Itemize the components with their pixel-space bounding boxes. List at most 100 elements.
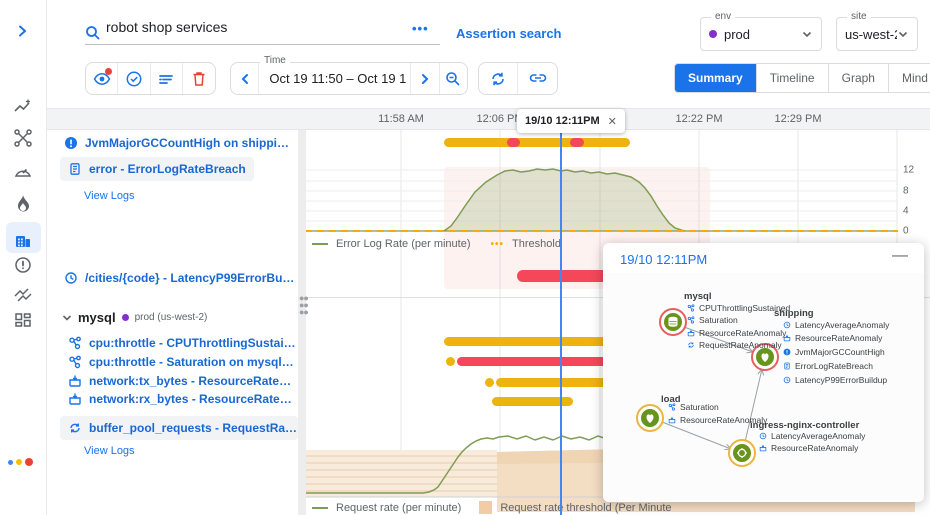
expand-rail-chevron[interactable] bbox=[15, 24, 29, 43]
site-select-label: site bbox=[847, 11, 871, 22]
alert-seal-icon bbox=[13, 255, 33, 275]
graph-anomaly-label[interactable]: ResourceRateAnomaly bbox=[795, 333, 883, 343]
view-tab-summary[interactable]: Summary bbox=[675, 64, 757, 92]
view-logs-link[interactable]: View Logs bbox=[84, 445, 135, 457]
refresh-share-group bbox=[478, 62, 558, 95]
sort-assertions-button[interactable] bbox=[151, 63, 183, 94]
assertion-item-saturation[interactable]: cpu:throttle - Saturation on mysql-5988d… bbox=[68, 355, 296, 369]
errorlog-ytick-4: 4 bbox=[903, 206, 909, 217]
errorlog-ytick-8: 8 bbox=[903, 186, 909, 197]
graph-anomaly-label[interactable]: JvmMajorGCCountHigh bbox=[795, 347, 885, 357]
graph-anomaly-label[interactable]: Saturation bbox=[680, 402, 719, 412]
view-logs-link[interactable]: View Logs bbox=[84, 190, 135, 202]
assertion-item-jvm-gc[interactable]: JvmMajorGCCountHigh on shipping:10.0.82.… bbox=[64, 136, 292, 150]
assertion-bar-jvm-gc-critical[interactable] bbox=[507, 138, 520, 147]
graph-anomaly-label[interactable]: LatencyAverageAnomaly bbox=[771, 431, 866, 441]
assertion-item-rx-bytes[interactable]: network:rx_bytes - ResourceRateAnomaly bbox=[68, 392, 296, 406]
request-legend-threshold: Request rate threshold (Per Minute bbox=[500, 502, 671, 514]
assertion-bar-jvm-gc-critical[interactable] bbox=[570, 138, 584, 147]
graph-node-load[interactable] bbox=[637, 405, 663, 431]
assertion-item-label: network:rx_bytes - ResourceRateAnomaly bbox=[89, 392, 296, 406]
entity-graph: mysql CPUThrottlingSustained Saturation … bbox=[603, 273, 924, 502]
dot-yellow bbox=[16, 459, 22, 465]
search-more-button[interactable]: ••• bbox=[412, 21, 429, 36]
rail-item-insights[interactable] bbox=[11, 95, 35, 119]
latency-clock-icon bbox=[64, 271, 78, 285]
site-select[interactable]: site us-west-2 bbox=[836, 17, 918, 51]
view-tab-mindmap[interactable]: Mind map bbox=[889, 64, 930, 92]
view-tab-timeline[interactable]: Timeline bbox=[757, 64, 829, 92]
rail-item-alerts[interactable] bbox=[11, 253, 35, 277]
time-tick: 12:22 PM bbox=[675, 113, 722, 125]
assertion-item-buffer-pool[interactable]: buffer_pool_requests - RequestRateAnomal… bbox=[68, 421, 300, 435]
assertion-item-cpu-throttling[interactable]: cpu:throttle - CPUThrottlingSustained on… bbox=[68, 336, 296, 350]
assertion-bar-saturation-warn[interactable] bbox=[446, 357, 455, 366]
assertion-list-panel: JvmMajorGCCountHigh on shipping:10.0.82.… bbox=[47, 130, 298, 515]
alert-circle-icon bbox=[64, 136, 78, 150]
pulse-lines-icon bbox=[13, 285, 33, 305]
rail-item-dashboards[interactable] bbox=[11, 309, 35, 333]
show-hide-button[interactable] bbox=[86, 63, 118, 94]
time-cursor-line[interactable] bbox=[560, 130, 562, 515]
close-icon[interactable]: ✕ bbox=[608, 115, 617, 128]
copy-link-button[interactable] bbox=[518, 63, 557, 94]
errorlog-legend-series: Error Log Rate (per minute) bbox=[336, 238, 471, 250]
assertion-item-latency-p99[interactable]: /cities/{code} - LatencyP99ErrorBuildup bbox=[64, 271, 296, 285]
time-tick: 11:58 AM bbox=[378, 113, 424, 125]
chevron-left-icon bbox=[239, 73, 251, 85]
search-input[interactable] bbox=[106, 19, 396, 35]
graph-node-title: shipping bbox=[774, 308, 814, 319]
rail-item-incidents[interactable] bbox=[11, 192, 35, 216]
entity-group-header-mysql[interactable]: mysql prod (us-west-2) bbox=[62, 310, 207, 325]
dot-red bbox=[25, 458, 33, 466]
graph-node-ingress[interactable] bbox=[729, 440, 755, 466]
inbox-icon bbox=[68, 374, 82, 388]
assertion-bar-cpu-throttling[interactable] bbox=[444, 337, 622, 346]
graph-anomaly-label[interactable]: RequestRateAnomaly bbox=[699, 340, 782, 350]
snapshot-card: 19/10 12:11PM — bbox=[603, 243, 924, 502]
chevron-right-icon bbox=[419, 73, 431, 85]
env-select[interactable]: env prod bbox=[700, 17, 822, 51]
rail-item-slo[interactable] bbox=[11, 160, 35, 184]
verified-assertions-button[interactable] bbox=[118, 63, 150, 94]
entity-env: prod (us-west-2) bbox=[135, 312, 208, 323]
zoom-out-time-button[interactable] bbox=[440, 63, 467, 94]
rail-item-entities-active[interactable] bbox=[11, 228, 35, 252]
graph-anomaly-label[interactable]: LatencyAverageAnomaly bbox=[795, 320, 890, 330]
assertion-bar-tx-bytes-dot[interactable] bbox=[485, 378, 494, 387]
time-prev-button[interactable] bbox=[231, 63, 259, 94]
graph-anomaly-label[interactable]: Saturation bbox=[699, 315, 738, 325]
buildings-icon bbox=[13, 230, 33, 250]
sort-lines-icon bbox=[158, 71, 174, 87]
graph-node-mysql[interactable] bbox=[660, 309, 686, 335]
graph-anomaly-label[interactable]: ResourceRateAnomaly bbox=[699, 328, 787, 338]
graph-anomaly-label[interactable]: ErrorLogRateBreach bbox=[795, 361, 873, 371]
panel-resizer[interactable]: ●●●●●● bbox=[298, 130, 306, 515]
rail-item-topology[interactable] bbox=[11, 126, 35, 150]
time-next-button[interactable] bbox=[411, 63, 439, 94]
assertion-bar-saturation[interactable] bbox=[457, 357, 622, 366]
delete-button[interactable] bbox=[183, 63, 215, 94]
site-select-value: us-west-2 bbox=[845, 27, 897, 42]
graph-anomaly-label[interactable]: LatencyP99ErrorBuildup bbox=[795, 375, 887, 385]
assertion-item-tx-bytes[interactable]: network:tx_bytes - ResourceRateAnomaly bbox=[68, 374, 296, 388]
minimize-icon[interactable]: — bbox=[892, 247, 908, 265]
assertion-search-link[interactable]: Assertion search bbox=[456, 26, 562, 41]
rail-item-compare[interactable] bbox=[11, 283, 35, 307]
selected-time-chip[interactable]: 19/10 12:11PM ✕ bbox=[517, 109, 625, 133]
graph-node-title: load bbox=[661, 394, 681, 405]
gauge-icon bbox=[13, 162, 33, 182]
assertion-bar-jvm-gc[interactable] bbox=[444, 138, 630, 147]
sync-icon bbox=[68, 421, 82, 435]
view-tab-graph[interactable]: Graph bbox=[829, 64, 889, 92]
time-range-select[interactable]: Oct 19 11:50 – Oct 19 1 bbox=[259, 63, 411, 94]
series-line-swatch bbox=[312, 507, 328, 509]
refresh-button[interactable] bbox=[479, 63, 518, 94]
search-underline bbox=[85, 44, 440, 45]
chevron-right-icon bbox=[15, 24, 29, 38]
timeline-header[interactable]: 11:58 AM 12:06 PM 12:14 PM 12:22 PM 12:2… bbox=[47, 108, 930, 130]
threshold-dots-swatch: ••• bbox=[491, 239, 505, 250]
workspace-dots-bottom[interactable] bbox=[8, 458, 33, 466]
graph-anomaly-label[interactable]: ResourceRateAnomaly bbox=[771, 443, 859, 453]
assertion-item-error-log[interactable]: error - ErrorLogRateBreach bbox=[68, 162, 258, 176]
